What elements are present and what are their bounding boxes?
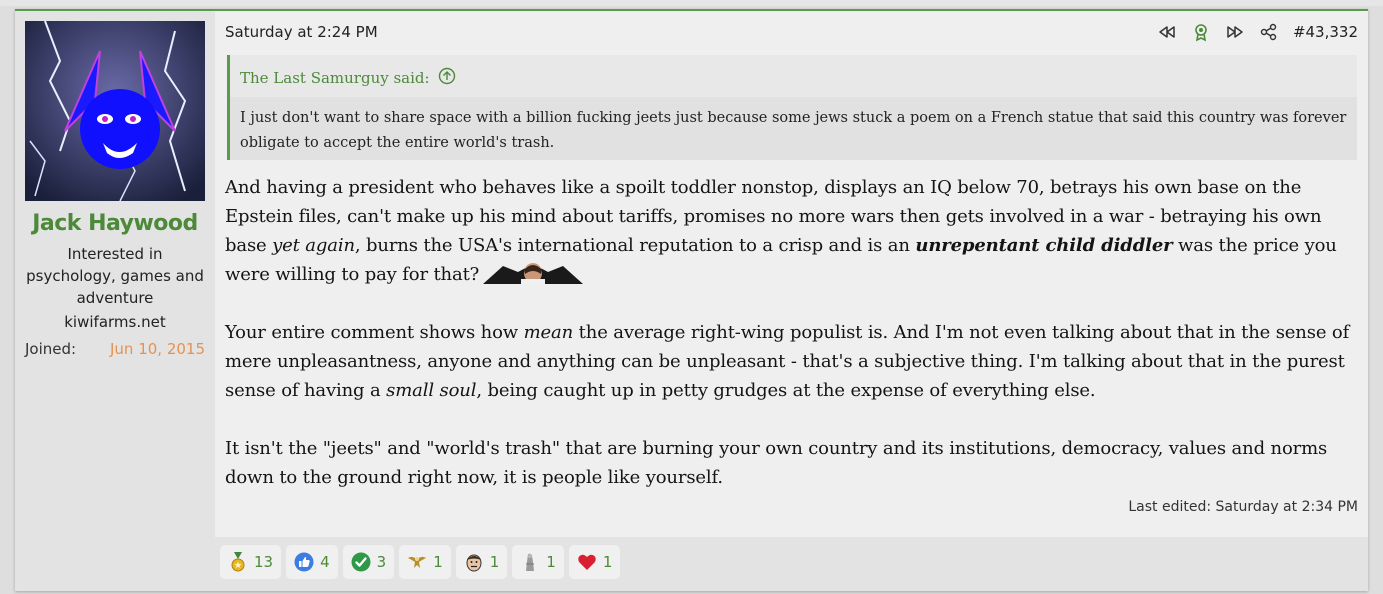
reaction-eagle[interactable]: 1 [399,545,451,579]
statue-icon [520,552,540,572]
arrow-up-circle-icon[interactable] [438,67,456,89]
share-icon[interactable] [1259,22,1279,42]
emote-image [483,262,584,284]
medal-icon [228,552,248,572]
italic-text: small soul [386,380,477,401]
post-main: Saturday at 2:24 PM #43,332 The Last Sam… [215,11,1368,591]
joined-label: Joined: [25,340,77,358]
quote-header[interactable]: The Last Samurguy said: [240,67,456,89]
bold-italic-text: unrepentant child diddler [915,235,1173,256]
checkmark-icon [351,552,371,572]
joined-date: Jun 10, 2015 [109,340,205,358]
paragraph: Your entire comment shows how mean the a… [225,318,1360,405]
last-edited: Last edited: Saturday at 2:34 PM [1128,499,1358,515]
post-body: And having a president who behaves like … [225,173,1360,521]
reaction-agree[interactable]: 3 [342,545,395,579]
avatar[interactable] [25,21,205,201]
text-span: Your entire comment shows how [225,322,524,343]
reaction-count: 1 [602,553,613,571]
face-icon [464,552,484,572]
reaction-count: 1 [433,553,443,571]
paragraph: It isn't the "jeets" and "world's trash"… [225,438,1328,488]
fast-forward-icon[interactable] [1225,22,1245,42]
reaction-like[interactable]: 4 [286,545,338,579]
user-site: kiwifarms.net [64,313,166,331]
user-title: Interested in psychology, games and adve… [26,245,204,307]
reaction-count: 1 [546,553,556,571]
reaction-count: 13 [254,553,274,571]
award-icon[interactable] [1191,22,1211,42]
text-span: , burns the USA's international reputati… [354,235,916,256]
quote-text: I just don't want to share space with a … [230,97,1357,160]
reactions-bar: 13 4 3 1 1 1 1 [215,537,1368,591]
paragraph: And having a president who behaves like … [225,173,1360,289]
italic-text: yet again [272,235,355,256]
reaction-face[interactable]: 1 [455,545,508,579]
forum-post: Jack Haywood Interested in psychology, g… [15,9,1368,591]
post-actions: #43,332 [1157,21,1358,43]
user-sidebar: Jack Haywood Interested in psychology, g… [15,11,215,591]
reaction-count: 1 [489,553,500,571]
top-strip [0,0,1383,6]
italic-text: mean [523,322,574,343]
heart-icon [577,552,597,572]
eagle-icon [407,552,427,572]
quote-author[interactable]: The Last Samurguy said: [240,69,430,87]
reaction-count: 3 [376,553,387,571]
rewind-icon[interactable] [1157,22,1177,42]
joined-row: Joined: Jun 10, 2015 [25,340,205,358]
reaction-count: 4 [320,553,330,571]
username[interactable]: Jack Haywood [15,211,215,236]
reaction-statue[interactable]: 1 [512,545,564,579]
reaction-heart[interactable]: 1 [568,545,621,579]
reactions-list: 13 4 3 1 1 1 1 [220,545,621,579]
text-span: , being caught up in petty grudges at th… [476,380,1096,401]
quote-block: The Last Samurguy said: I just don't wan… [227,55,1357,160]
post-number[interactable]: #43,332 [1293,23,1358,41]
reaction-medal[interactable]: 13 [220,545,282,579]
post-date[interactable]: Saturday at 2:24 PM [225,23,378,41]
thumbs-up-icon [294,552,314,572]
